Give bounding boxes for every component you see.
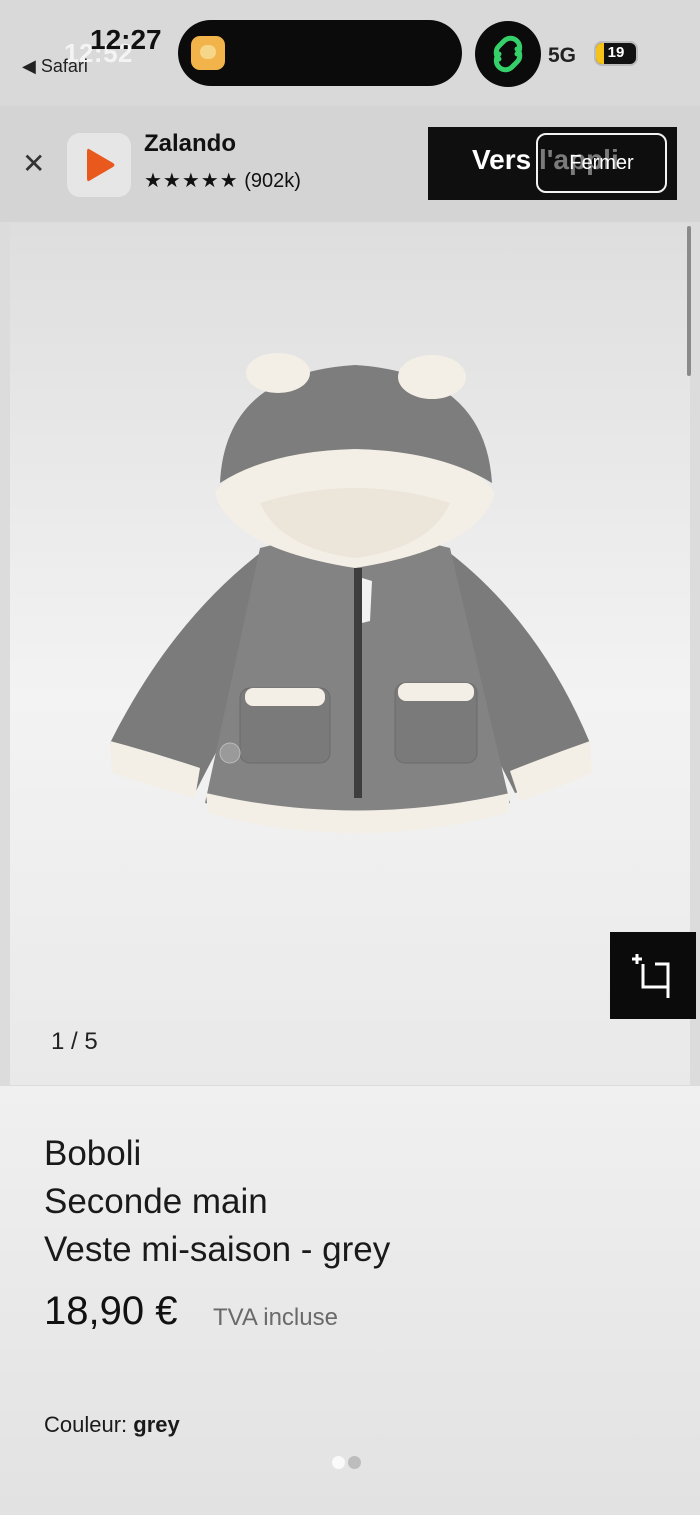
zoom-crop-icon	[632, 954, 670, 998]
status-time: 12:27	[90, 24, 162, 55]
page-dot-active	[332, 1456, 345, 1469]
dynamic-island[interactable]	[178, 20, 462, 86]
rating-count: (902k)	[244, 170, 301, 192]
color-value: grey	[133, 1412, 180, 1437]
color-label: Couleur:	[44, 1412, 128, 1437]
smart-app-banner: ✕ Zalando ★★★★★ (902k) Vers l'appli Ferm…	[0, 106, 700, 222]
status-bar: 12:52 12:27 ◀ Safari 5G 19	[0, 0, 700, 106]
product-brand[interactable]: Boboli	[44, 1134, 141, 1174]
page-indicator[interactable]	[332, 1456, 364, 1474]
network-indicator: 5G	[548, 44, 577, 67]
back-to-safari-link[interactable]: ◀ Safari	[22, 56, 88, 77]
live-activity-app-icon	[191, 36, 225, 70]
color-row: Couleur: grey	[44, 1412, 180, 1438]
zalando-logo-icon	[67, 133, 131, 197]
close-button[interactable]: Fermer	[536, 133, 667, 193]
product-info: Boboli Seconde main Veste mi-saison - gr…	[0, 1086, 700, 1515]
battery-percent: 19	[607, 44, 625, 61]
app-rating: ★★★★★ (902k)	[144, 168, 301, 193]
close-icon[interactable]: ✕	[22, 150, 45, 178]
vat-note: TVA incluse	[213, 1304, 338, 1331]
product-name: Veste mi-saison - grey	[44, 1230, 391, 1269]
image-counter: 1 / 5	[51, 1028, 98, 1055]
product-condition: Seconde main	[44, 1182, 268, 1221]
zoom-crop-button[interactable]	[610, 932, 696, 1019]
link-icon[interactable]	[475, 21, 541, 87]
rating-stars: ★★★★★	[144, 170, 239, 192]
product-image-gallery[interactable]: 1 / 5	[10, 223, 690, 1085]
open-app-button[interactable]: Vers l'appli Fermer	[428, 127, 677, 200]
page-dot	[348, 1456, 361, 1469]
product-price: 18,90 €	[44, 1289, 178, 1333]
app-name: Zalando	[144, 130, 237, 157]
scrollbar[interactable]	[687, 226, 691, 376]
battery-icon: 19	[594, 41, 638, 66]
product-photo	[110, 353, 592, 833]
